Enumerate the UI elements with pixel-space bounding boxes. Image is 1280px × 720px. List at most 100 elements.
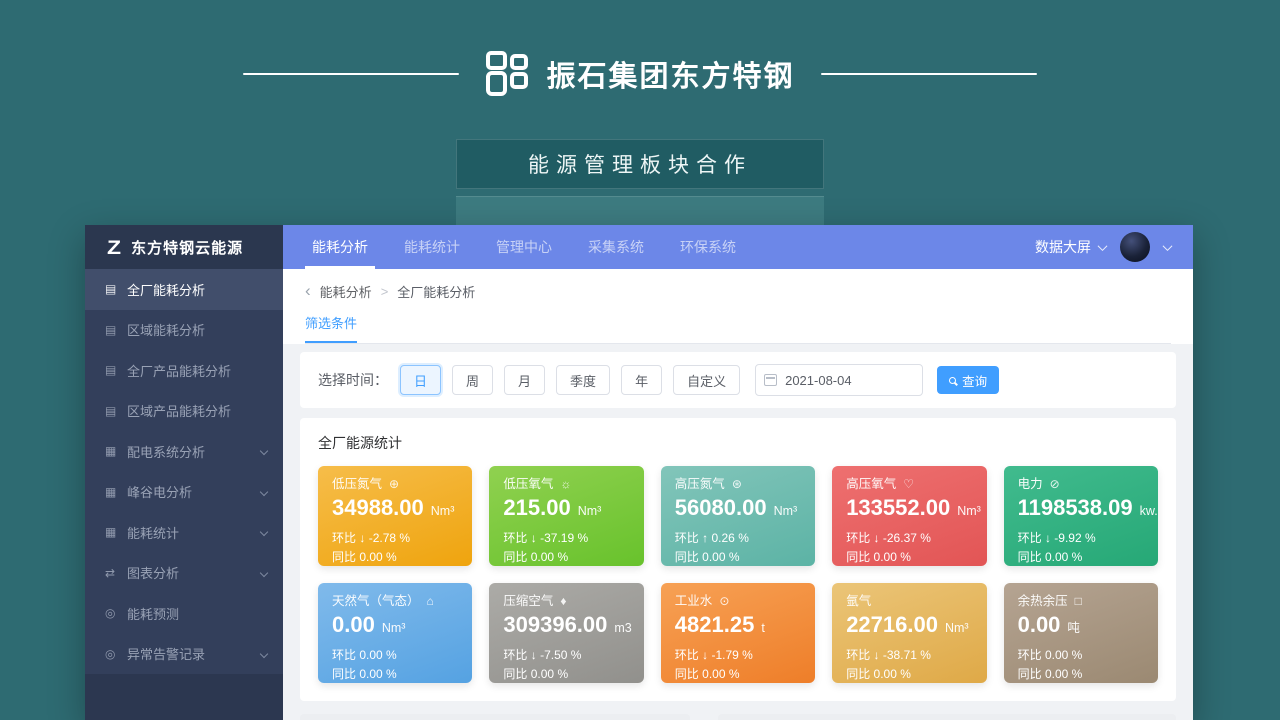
nav-item-management-center[interactable]: 管理中心 (489, 225, 559, 269)
mom-label: 环比 (332, 648, 356, 662)
stat-card-low-pressure-nitrogen: 低压氮气⊕ 34988.00Nm³ 环比 ↓ -2.78 % 同比 0.00 % (318, 466, 472, 566)
sidebar-item-label: 峰谷电分析 (127, 482, 192, 501)
data-screen-label: 数据大屏 (1035, 237, 1091, 257)
sidebar-item-label: 区域能耗分析 (127, 320, 205, 339)
sidebar-item-plant-product-energy-analysis[interactable]: ▤ 全厂产品能耗分析 (85, 350, 283, 391)
trend-arrow-icon: ↓ (531, 648, 537, 662)
stat-card-low-pressure-oxygen: 低压氧气☼ 215.00Nm³ 环比 ↓ -37.19 % 同比 0.00 % (489, 466, 643, 566)
monitor-icon: ▤ (105, 404, 127, 418)
yoy-value: 0.00 % (1045, 550, 1082, 564)
yoy-value: 0.00 % (874, 550, 911, 564)
card-unit: Nm³ (578, 504, 602, 518)
yoy-value: 0.00 % (702, 550, 739, 564)
mom-value: 0.00 % (1045, 648, 1082, 662)
yoy-label: 同比 (1018, 550, 1042, 564)
mom-value: -7.50 % (540, 648, 581, 662)
sidebar-item-region-energy-analysis[interactable]: ▤ 区域能耗分析 (85, 310, 283, 351)
chevron-down-icon (260, 528, 268, 536)
user-avatar[interactable] (1120, 232, 1150, 262)
dashboard-window: Z 东方特钢云能源 能耗分析 能耗统计 管理中心 采集系统 环保系统 数据大屏 (85, 225, 1193, 720)
yoy-value: 0.00 % (531, 550, 568, 564)
sidebar-item-power-distribution-analysis[interactable]: ▦ 配电系统分析 (85, 431, 283, 472)
time-select-label: 选择时间： (318, 370, 388, 390)
period-button-custom[interactable]: 自定义 (673, 365, 740, 395)
stat-card-high-pressure-oxygen: 高压氧气♡ 133552.00Nm³ 环比 ↓ -26.37 % 同比 0.00… (832, 466, 986, 566)
tab-filter-conditions[interactable]: 筛选条件 (305, 313, 357, 343)
card-value: 0.00 (1018, 612, 1061, 637)
sidebar-item-chart-analysis[interactable]: ⇄ 图表分析 (85, 553, 283, 594)
query-button[interactable]: 查询 (937, 366, 999, 394)
sidebar-item-abnormal-alarm-records[interactable]: ◎ 异常告警记录 (85, 634, 283, 675)
card-title: 余热余压 (1018, 593, 1068, 609)
nav-item-energy-analysis[interactable]: 能耗分析 (305, 225, 375, 269)
breadcrumb: ‹ 能耗分析 > 全厂能耗分析 (305, 269, 1171, 313)
stats-panel: 全厂能源统计 低压氮气⊕ 34988.00Nm³ 环比 ↓ -2.78 % 同比… (300, 418, 1176, 701)
card-value: 309396.00 (503, 612, 607, 637)
app-logo-icon: Z (107, 236, 121, 259)
sidebar-item-label: 全厂产品能耗分析 (127, 361, 231, 380)
date-input[interactable] (755, 364, 923, 396)
yoy-label: 同比 (846, 667, 870, 681)
stat-card-natural-gas: 天然气（气态）⌂ 0.00Nm³ 环比 0.00 % 同比 0.00 % (318, 583, 472, 683)
stats-section-title: 全厂能源统计 (318, 433, 1158, 453)
sidebar-item-energy-forecast[interactable]: ◎ 能耗预测 (85, 593, 283, 634)
period-button-week[interactable]: 周 (452, 365, 493, 395)
nav-item-collection-system[interactable]: 采集系统 (581, 225, 651, 269)
water-icon: ⊙ (719, 593, 729, 609)
breadcrumb-back-icon[interactable]: ‹ (305, 282, 311, 299)
section-banner: 能源管理板块合作 (456, 139, 824, 189)
card-value: 215.00 (503, 495, 570, 520)
card-title: 工业水 (675, 593, 713, 609)
sidebar-item-energy-stats[interactable]: ▦ 能耗统计 (85, 512, 283, 553)
card-unit: Nm³ (945, 621, 969, 635)
period-button-month[interactable]: 月 (504, 365, 545, 395)
mom-label: 环比 (846, 531, 870, 545)
trend-arrow-icon: ↑ (702, 531, 708, 545)
next-section-placeholder (718, 714, 1176, 720)
sidebar-item-label: 全厂能耗分析 (127, 280, 205, 299)
sidebar-item-peak-valley-analysis[interactable]: ▦ 峰谷电分析 (85, 472, 283, 513)
monitor-icon: ▤ (105, 323, 127, 337)
card-unit: Nm³ (957, 504, 981, 518)
breadcrumb-item[interactable]: 能耗分析 (320, 282, 372, 301)
sidebar-item-region-product-energy-analysis[interactable]: ▤ 区域产品能耗分析 (85, 391, 283, 432)
card-value: 4821.25 (675, 612, 755, 637)
search-doc-icon: ◎ (105, 606, 127, 620)
sidebar-item-label: 能耗预测 (127, 604, 179, 623)
period-button-day[interactable]: 日 (400, 365, 441, 395)
card-title: 压缩空气 (503, 593, 553, 609)
sidebar-item-plant-energy-analysis[interactable]: ▤ 全厂能耗分析 (85, 269, 283, 310)
mom-value: 0.26 % (712, 531, 749, 545)
stat-card-compressed-air: 压缩空气♦ 309396.00m3 环比 ↓ -7.50 % 同比 0.00 % (489, 583, 643, 683)
mom-label: 环比 (675, 648, 699, 662)
period-button-quarter[interactable]: 季度 (556, 365, 610, 395)
mom-label: 环比 (846, 648, 870, 662)
date-value-input[interactable] (785, 373, 905, 388)
banner-title: 能源管理板块合作 (528, 149, 752, 179)
mom-label: 环比 (503, 531, 527, 545)
yoy-label: 同比 (675, 667, 699, 681)
nav-item-environment-system[interactable]: 环保系统 (673, 225, 743, 269)
yoy-value: 0.00 % (1045, 667, 1082, 681)
chevron-down-icon (260, 569, 268, 577)
period-button-year[interactable]: 年 (621, 365, 662, 395)
card-value: 133552.00 (846, 495, 950, 520)
card-unit: 吨 (1067, 621, 1080, 635)
mom-label: 环比 (332, 531, 356, 545)
document-icon: ▦ (105, 485, 127, 499)
data-screen-button[interactable]: 数据大屏 (1035, 237, 1106, 257)
yoy-label: 同比 (846, 550, 870, 564)
yoy-value: 0.00 % (359, 550, 396, 564)
brand-header: 振石集团东方特钢 (0, 50, 1280, 98)
user-menu-chevron-icon[interactable] (1163, 241, 1173, 251)
mom-value: -26.37 % (883, 531, 931, 545)
stat-card-high-pressure-nitrogen: 高压氮气⊛ 56080.00Nm³ 环比 ↑ 0.26 % 同比 0.00 % (661, 466, 815, 566)
main-content: ‹ 能耗分析 > 全厂能耗分析 筛选条件 选择时间： 日 周 月 (283, 269, 1193, 720)
yoy-label: 同比 (1018, 667, 1042, 681)
nav-item-energy-stats[interactable]: 能耗统计 (397, 225, 467, 269)
droplet-icon: ♦ (560, 593, 566, 609)
top-navbar: Z 东方特钢云能源 能耗分析 能耗统计 管理中心 采集系统 环保系统 数据大屏 (85, 225, 1193, 269)
card-title: 高压氧气 (846, 476, 896, 492)
yoy-value: 0.00 % (531, 667, 568, 681)
gas-icon: ⌂ (427, 593, 434, 609)
